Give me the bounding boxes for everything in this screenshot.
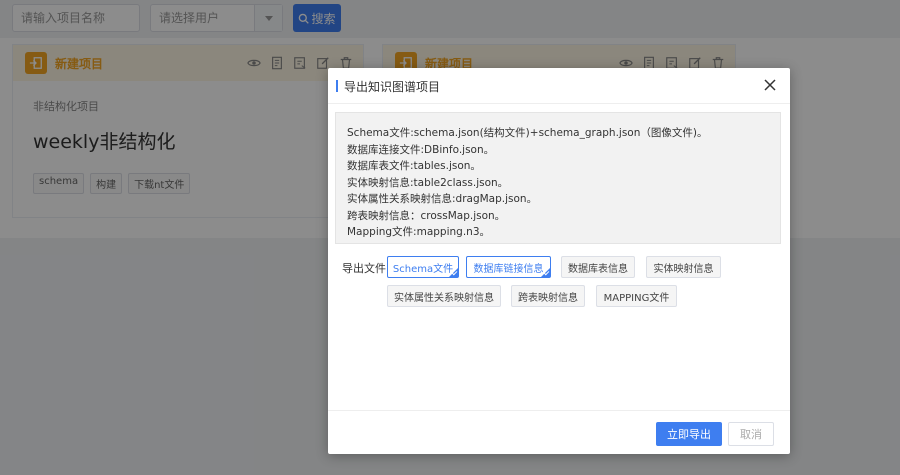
info-line: 实体映射信息:table2class.json。	[347, 176, 509, 189]
export-dialog: 导出知识图谱项目 Schema文件:schema.json(结构文件)+sche…	[328, 68, 790, 454]
file-option-entity-mapping[interactable]: 实体映射信息	[646, 256, 721, 278]
info-line: Schema文件:schema.json(结构文件)+schema_graph.…	[347, 127, 708, 139]
info-line: 数据库连接文件:DBinfo.json。	[347, 143, 495, 156]
export-now-button[interactable]: 立即导出	[656, 422, 722, 446]
file-option-mapping[interactable]: MAPPING文件	[596, 285, 677, 307]
info-line: 跨表映射信息：crossMap.json。	[347, 209, 506, 222]
title-accent-bar	[336, 80, 338, 92]
dialog-header: 导出知识图谱项目	[328, 68, 790, 104]
file-option-db-connection[interactable]: 数据库链接信息	[466, 256, 551, 278]
file-option-schema[interactable]: Schema文件	[387, 256, 459, 278]
file-option-attr-relation-mapping[interactable]: 实体属性关系映射信息	[387, 285, 501, 307]
export-files-label: 导出文件	[342, 262, 386, 275]
dialog-title: 导出知识图谱项目	[344, 80, 441, 94]
dialog-footer: 立即导出 取消	[328, 410, 790, 454]
info-line: 数据库表文件:tables.json。	[347, 160, 481, 172]
file-option-db-tables[interactable]: 数据库表信息	[561, 256, 635, 278]
info-line: 实体属性关系映射信息:dragMap.json。	[347, 193, 538, 205]
export-info-box: Schema文件:schema.json(结构文件)+schema_graph.…	[335, 112, 781, 244]
cancel-button[interactable]: 取消	[728, 422, 774, 446]
close-icon[interactable]	[762, 77, 778, 93]
info-line: Mapping文件:mapping.n3。	[347, 226, 491, 238]
file-option-cross-table-mapping[interactable]: 跨表映射信息	[511, 285, 585, 307]
